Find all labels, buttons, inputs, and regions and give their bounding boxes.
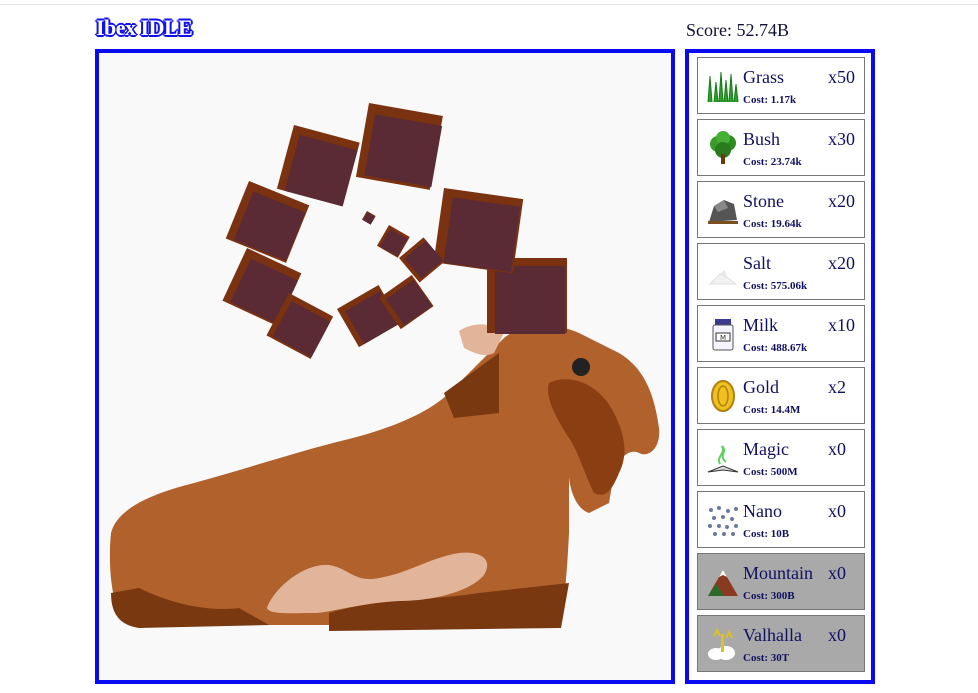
- shop-item-cost: Cost: 19.64k: [743, 218, 802, 230]
- shop-item-name: Mountain: [743, 563, 813, 583]
- shop-item-name: Bush: [743, 129, 781, 149]
- shop-item-magic[interactable]: Magic x0 Cost: 500M: [697, 429, 865, 486]
- shop-item-grass[interactable]: Grass x50 Cost: 1.17k: [697, 57, 865, 114]
- stone-icon: [706, 192, 740, 228]
- shop-item-name: Nano: [743, 501, 782, 521]
- ibex-eye: [572, 358, 590, 376]
- score-display: Score: 52.74B: [686, 20, 789, 40]
- shop-item-cost: Cost: 23.74k: [743, 156, 802, 168]
- shop-panel: Grass x50 Cost: 1.17k Bush x30 Cost: 23.74k St…: [685, 49, 875, 684]
- nano-icon: [706, 502, 740, 538]
- shop-item-mountain[interactable]: Mountain x0 Cost: 300B: [697, 553, 865, 610]
- mountain-icon: [706, 564, 740, 600]
- shop-item-nano[interactable]: Nano x0 Cost: 10B: [697, 491, 865, 548]
- svg-text:M: M: [720, 334, 726, 342]
- shop-item-stone[interactable]: Stone x20 Cost: 19.64k: [697, 181, 865, 238]
- shop-item-cost: Cost: 575.06k: [743, 280, 808, 292]
- gold-icon: [706, 378, 740, 414]
- shop-item-count: x30: [828, 129, 855, 149]
- shop-item-cost: Cost: 10B: [743, 528, 790, 540]
- shop-item-name: Gold: [743, 377, 779, 397]
- shop-item-cost: Cost: 30T: [743, 652, 790, 664]
- shop-item-name: Milk: [743, 315, 779, 335]
- magic-icon: [706, 440, 740, 476]
- ibex-canvas[interactable]: [95, 49, 675, 684]
- top-divider: [0, 4, 978, 5]
- shop-item-count: x0: [828, 439, 846, 459]
- shop-item-name: Salt: [743, 253, 772, 273]
- valhalla-icon: [706, 626, 740, 662]
- shop-item-cost: Cost: 1.17k: [743, 94, 797, 106]
- shop-item-name: Magic: [743, 439, 789, 459]
- shop-item-count: x20: [828, 253, 855, 273]
- shop-item-count: x0: [828, 563, 846, 583]
- ibex-neck-shadow: [444, 353, 499, 418]
- shop-item-gold[interactable]: Gold x2 Cost: 14.4M: [697, 367, 865, 424]
- shop-item-count: x2: [828, 377, 846, 397]
- ibex-horn-spiral: [222, 102, 567, 359]
- shop-item-name: Valhalla: [743, 625, 802, 645]
- salt-icon: [706, 254, 740, 290]
- shop-item-cost: Cost: 500M: [743, 466, 798, 478]
- shop-item-count: x50: [828, 67, 855, 87]
- shop-item-name: Grass: [743, 67, 784, 87]
- shop-item-count: x0: [828, 625, 846, 645]
- game-title: Ibex IDLE: [96, 15, 193, 40]
- shop-item-cost: Cost: 14.4M: [743, 404, 801, 416]
- shop-item-count: x0: [828, 501, 846, 521]
- milk-icon: M: [706, 316, 740, 352]
- shop-item-cost: Cost: 300B: [743, 590, 795, 602]
- shop-item-name: Stone: [743, 191, 785, 211]
- bush-icon: [706, 130, 740, 166]
- shop-item-salt[interactable]: Salt x20 Cost: 575.06k: [697, 243, 865, 300]
- shop-item-count: x20: [828, 191, 855, 211]
- shop-item-valhalla[interactable]: Valhalla x0 Cost: 30T: [697, 615, 865, 672]
- shop-item-cost: Cost: 488.67k: [743, 342, 808, 354]
- grass-icon: [706, 68, 740, 104]
- shop-item-milk[interactable]: M Milk x10 Cost: 488.67k: [697, 305, 865, 362]
- shop-item-bush[interactable]: Bush x30 Cost: 23.74k: [697, 119, 865, 176]
- shop-item-count: x10: [828, 315, 855, 335]
- ibex-illustration: [109, 102, 660, 631]
